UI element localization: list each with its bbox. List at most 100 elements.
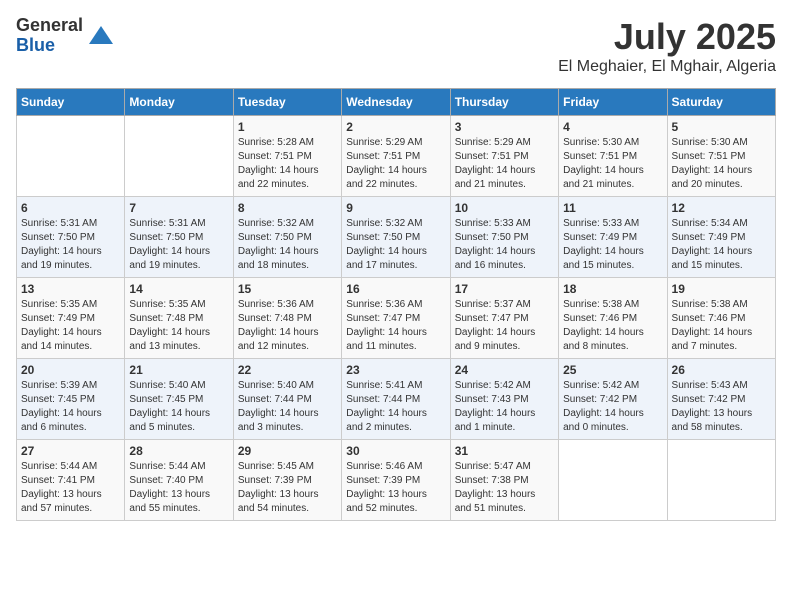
- day-number: 19: [672, 282, 771, 296]
- day-of-week-header: Sunday: [17, 89, 125, 116]
- calendar-header-row: SundayMondayTuesdayWednesdayThursdayFrid…: [17, 89, 776, 116]
- day-number: 12: [672, 201, 771, 215]
- logo-text: General Blue: [16, 16, 83, 56]
- day-number: 28: [129, 444, 228, 458]
- calendar-cell: 30 Sunrise: 5:46 AM Sunset: 7:39 PM Dayli…: [342, 440, 450, 521]
- day-detail: Sunrise: 5:46 AM Sunset: 7:39 PM Dayligh…: [346, 460, 445, 516]
- day-number: 20: [21, 363, 120, 377]
- calendar-cell: 20Sunrise: 5:39 AM Sunset: 7:45 PM Dayli…: [17, 359, 125, 440]
- day-number: 7: [129, 201, 228, 215]
- day-number: 10: [455, 201, 554, 215]
- logo: General Blue: [16, 16, 115, 56]
- subtitle: El Meghaier, El Mghair, Algeria: [558, 58, 776, 76]
- logo-general: General: [16, 16, 83, 36]
- title-area: July 2025 El Meghaier, El Mghair, Algeri…: [558, 16, 776, 76]
- header: General Blue July 2025 El Meghaier, El M…: [16, 16, 776, 76]
- logo-blue: Blue: [16, 36, 83, 56]
- calendar-week-row: 13 Sunrise: 5:35 AM Sunset: 7:49 PM Dayli…: [17, 278, 776, 359]
- calendar-week-row: 20Sunrise: 5:39 AM Sunset: 7:45 PM Dayli…: [17, 359, 776, 440]
- day-number: 1: [238, 120, 337, 134]
- day-detail: Sunrise: 5:29 AM Sunset: 7:51 PM Dayligh…: [346, 136, 445, 192]
- calendar-cell: 14Sunrise: 5:35 AM Sunset: 7:48 PM Dayli…: [125, 278, 233, 359]
- day-number: 25: [563, 363, 662, 377]
- day-number: 2: [346, 120, 445, 134]
- calendar-cell: 16 Sunrise: 5:36 AM Sunset: 7:47 PM Dayli…: [342, 278, 450, 359]
- day-detail: Sunrise: 5:40 AM Sunset: 7:44 PM Dayligh…: [238, 379, 337, 435]
- day-detail: Sunrise: 5:37 AM Sunset: 7:47 PM Dayligh…: [455, 298, 554, 354]
- day-detail: Sunrise: 5:45 AM Sunset: 7:39 PM Dayligh…: [238, 460, 337, 516]
- day-number: 21: [129, 363, 228, 377]
- day-number: 29: [238, 444, 337, 458]
- calendar-cell: 21Sunrise: 5:40 AM Sunset: 7:45 PM Dayli…: [125, 359, 233, 440]
- day-detail: Sunrise: 5:30 AM Sunset: 7:51 PM Dayligh…: [672, 136, 771, 192]
- calendar: SundayMondayTuesdayWednesdayThursdayFrid…: [16, 88, 776, 521]
- calendar-cell: 25 Sunrise: 5:42 AM Sunset: 7:42 PM Dayli…: [559, 359, 667, 440]
- day-detail: Sunrise: 5:31 AM Sunset: 7:50 PM Dayligh…: [21, 217, 120, 273]
- calendar-cell: 12 Sunrise: 5:34 AM Sunset: 7:49 PM Dayli…: [667, 197, 775, 278]
- calendar-cell: 31Sunrise: 5:47 AM Sunset: 7:38 PM Dayli…: [450, 440, 558, 521]
- calendar-week-row: 1Sunrise: 5:28 AM Sunset: 7:51 PM Daylig…: [17, 116, 776, 197]
- day-number: 31: [455, 444, 554, 458]
- day-detail: Sunrise: 5:43 AM Sunset: 7:42 PM Dayligh…: [672, 379, 771, 435]
- day-number: 27: [21, 444, 120, 458]
- day-detail: Sunrise: 5:33 AM Sunset: 7:49 PM Dayligh…: [563, 217, 662, 273]
- day-detail: Sunrise: 5:41 AM Sunset: 7:44 PM Dayligh…: [346, 379, 445, 435]
- calendar-cell: 10 Sunrise: 5:33 AM Sunset: 7:50 PM Dayli…: [450, 197, 558, 278]
- calendar-cell: 28Sunrise: 5:44 AM Sunset: 7:40 PM Dayli…: [125, 440, 233, 521]
- day-number: 23: [346, 363, 445, 377]
- calendar-cell: 18Sunrise: 5:38 AM Sunset: 7:46 PM Dayli…: [559, 278, 667, 359]
- day-detail: Sunrise: 5:36 AM Sunset: 7:48 PM Dayligh…: [238, 298, 337, 354]
- day-number: 3: [455, 120, 554, 134]
- calendar-cell: 22Sunrise: 5:40 AM Sunset: 7:44 PM Dayli…: [233, 359, 341, 440]
- day-detail: Sunrise: 5:31 AM Sunset: 7:50 PM Dayligh…: [129, 217, 228, 273]
- day-number: 26: [672, 363, 771, 377]
- day-number: 11: [563, 201, 662, 215]
- day-number: 13: [21, 282, 120, 296]
- day-number: 17: [455, 282, 554, 296]
- day-detail: Sunrise: 5:30 AM Sunset: 7:51 PM Dayligh…: [563, 136, 662, 192]
- day-detail: Sunrise: 5:35 AM Sunset: 7:49 PM Dayligh…: [21, 298, 120, 354]
- day-number: 15: [238, 282, 337, 296]
- calendar-cell: 3 Sunrise: 5:29 AM Sunset: 7:51 PM Daylig…: [450, 116, 558, 197]
- calendar-cell: 24 Sunrise: 5:42 AM Sunset: 7:43 PM Dayli…: [450, 359, 558, 440]
- day-number: 6: [21, 201, 120, 215]
- logo-icon: [87, 22, 115, 50]
- day-detail: Sunrise: 5:36 AM Sunset: 7:47 PM Dayligh…: [346, 298, 445, 354]
- day-detail: Sunrise: 5:32 AM Sunset: 7:50 PM Dayligh…: [238, 217, 337, 273]
- calendar-cell: [125, 116, 233, 197]
- calendar-cell: 23 Sunrise: 5:41 AM Sunset: 7:44 PM Dayli…: [342, 359, 450, 440]
- day-of-week-header: Thursday: [450, 89, 558, 116]
- calendar-cell: 1Sunrise: 5:28 AM Sunset: 7:51 PM Daylig…: [233, 116, 341, 197]
- day-detail: Sunrise: 5:34 AM Sunset: 7:49 PM Dayligh…: [672, 217, 771, 273]
- calendar-cell: 9Sunrise: 5:32 AM Sunset: 7:50 PM Daylig…: [342, 197, 450, 278]
- day-detail: Sunrise: 5:32 AM Sunset: 7:50 PM Dayligh…: [346, 217, 445, 273]
- calendar-cell: 4Sunrise: 5:30 AM Sunset: 7:51 PM Daylig…: [559, 116, 667, 197]
- calendar-cell: 13 Sunrise: 5:35 AM Sunset: 7:49 PM Dayli…: [17, 278, 125, 359]
- day-detail: Sunrise: 5:35 AM Sunset: 7:48 PM Dayligh…: [129, 298, 228, 354]
- calendar-week-row: 27 Sunrise: 5:44 AM Sunset: 7:41 PM Dayli…: [17, 440, 776, 521]
- calendar-cell: 8 Sunrise: 5:32 AM Sunset: 7:50 PM Daylig…: [233, 197, 341, 278]
- day-detail: Sunrise: 5:29 AM Sunset: 7:51 PM Dayligh…: [455, 136, 554, 192]
- day-detail: Sunrise: 5:44 AM Sunset: 7:41 PM Dayligh…: [21, 460, 120, 516]
- day-detail: Sunrise: 5:42 AM Sunset: 7:43 PM Dayligh…: [455, 379, 554, 435]
- day-detail: Sunrise: 5:38 AM Sunset: 7:46 PM Dayligh…: [672, 298, 771, 354]
- calendar-cell: 7 Sunrise: 5:31 AM Sunset: 7:50 PM Daylig…: [125, 197, 233, 278]
- calendar-cell: 5 Sunrise: 5:30 AM Sunset: 7:51 PM Daylig…: [667, 116, 775, 197]
- day-of-week-header: Monday: [125, 89, 233, 116]
- calendar-cell: 26 Sunrise: 5:43 AM Sunset: 7:42 PM Dayli…: [667, 359, 775, 440]
- day-detail: Sunrise: 5:42 AM Sunset: 7:42 PM Dayligh…: [563, 379, 662, 435]
- day-number: 5: [672, 120, 771, 134]
- day-number: 8: [238, 201, 337, 215]
- calendar-cell: 19 Sunrise: 5:38 AM Sunset: 7:46 PM Dayli…: [667, 278, 775, 359]
- calendar-cell: 15 Sunrise: 5:36 AM Sunset: 7:48 PM Dayli…: [233, 278, 341, 359]
- calendar-cell: 6 Sunrise: 5:31 AM Sunset: 7:50 PM Daylig…: [17, 197, 125, 278]
- day-number: 16: [346, 282, 445, 296]
- calendar-cell: [559, 440, 667, 521]
- day-number: 24: [455, 363, 554, 377]
- calendar-cell: [667, 440, 775, 521]
- day-number: 30: [346, 444, 445, 458]
- day-of-week-header: Saturday: [667, 89, 775, 116]
- calendar-week-row: 6 Sunrise: 5:31 AM Sunset: 7:50 PM Daylig…: [17, 197, 776, 278]
- day-of-week-header: Wednesday: [342, 89, 450, 116]
- day-detail: Sunrise: 5:33 AM Sunset: 7:50 PM Dayligh…: [455, 217, 554, 273]
